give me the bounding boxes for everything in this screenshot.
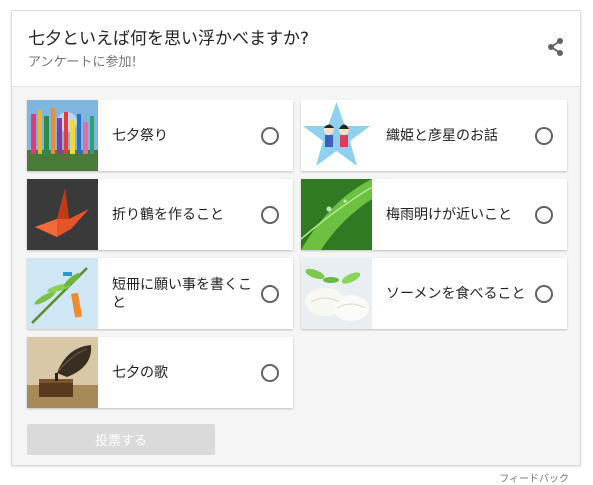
option-label: 七夕の歌 [112, 364, 168, 381]
poll-option-orihime-hikoboshi[interactable]: 織姫と彦星のお話 [301, 100, 567, 171]
poll-option-tanzaku-wish[interactable]: 短冊に願い事を書くこと [27, 258, 293, 329]
tanzaku-image [27, 258, 98, 329]
poll-card: 七夕といえば何を思い浮かべますか? アンケートに参加! 七夕祭り 織姫と彦星のお… [11, 10, 581, 466]
gramophone-image [27, 337, 98, 408]
poll-option-end-of-rainy-season[interactable]: 梅雨明けが近いこと [301, 179, 567, 250]
origami-crane-image [27, 179, 98, 250]
poll-header: 七夕といえば何を思い浮かべますか? アンケートに参加! [12, 11, 580, 87]
option-label: 織姫と彦星のお話 [386, 127, 498, 144]
poll-title: 七夕といえば何を思い浮かべますか? [28, 29, 310, 49]
poll-option-somen-noodles[interactable]: ソーメンを食べること [301, 258, 567, 329]
orihime-hikoboshi-image [301, 100, 372, 171]
option-radio[interactable] [535, 285, 553, 303]
vote-button[interactable]: 投票する [27, 424, 215, 455]
green-leaf-image [301, 179, 372, 250]
option-radio[interactable] [261, 127, 279, 145]
option-radio[interactable] [261, 206, 279, 224]
option-radio[interactable] [535, 206, 553, 224]
share-icon[interactable] [546, 37, 566, 57]
option-radio[interactable] [261, 364, 279, 382]
poll-options-area: 七夕祭り 織姫と彦星のお話 折り鶴を作ること 梅雨明けが近いこと 短冊に願い事を… [12, 87, 580, 465]
tanabata-festival-image [27, 100, 98, 171]
poll-option-origami-crane[interactable]: 折り鶴を作ること [27, 179, 293, 250]
option-label: 短冊に願い事を書くこと [112, 276, 252, 311]
poll-option-tanabata-festival[interactable]: 七夕祭り [27, 100, 293, 171]
option-label: 折り鶴を作ること [112, 206, 224, 223]
option-radio[interactable] [535, 127, 553, 145]
somen-noodles-image [301, 258, 372, 329]
option-label: 梅雨明けが近いこと [386, 206, 512, 223]
poll-subtitle: アンケートに参加! [28, 55, 137, 70]
option-label: 七夕祭り [112, 127, 168, 144]
option-radio[interactable] [261, 285, 279, 303]
option-label: ソーメンを食べること [386, 285, 526, 302]
poll-option-tanabata-song[interactable]: 七夕の歌 [27, 337, 293, 408]
